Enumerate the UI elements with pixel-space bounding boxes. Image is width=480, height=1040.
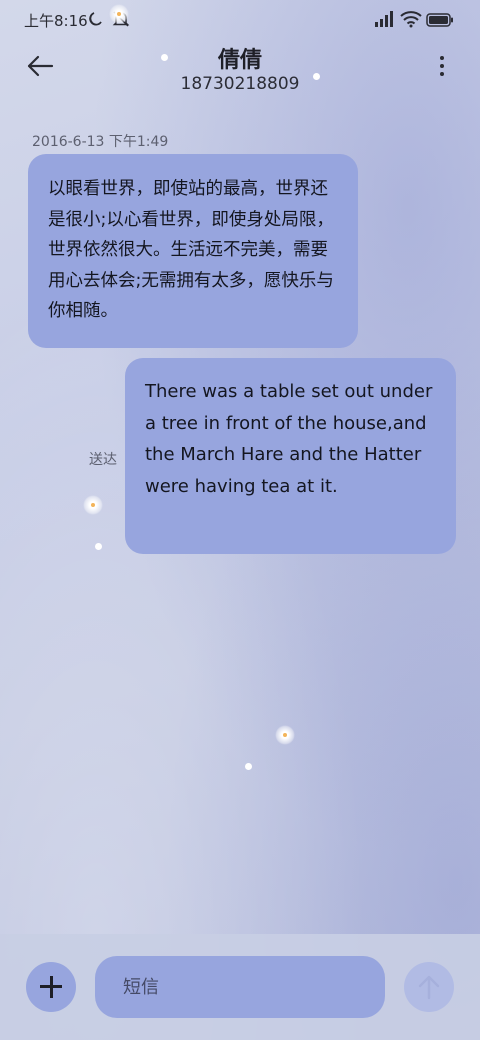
message-text: There was a table set out under a tree i… — [145, 381, 433, 497]
flower-decoration-icon — [83, 495, 103, 515]
flower-decoration-icon — [109, 4, 129, 24]
conversation-header: 倩倩 18730218809 — [0, 38, 480, 108]
wifi-icon — [400, 10, 422, 32]
heart-decoration-icon — [313, 73, 320, 80]
composer-bar — [0, 934, 480, 1040]
battery-icon — [426, 12, 454, 31]
send-button[interactable] — [404, 962, 454, 1012]
flower-decoration-icon — [275, 725, 295, 745]
status-time: 上午8:16 — [24, 12, 88, 30]
arrow-up-icon — [417, 974, 441, 1004]
more-options-button[interactable] — [434, 56, 450, 82]
heart-decoration-icon — [95, 543, 102, 550]
contact-phone: 18730218809 — [180, 74, 300, 94]
outgoing-message-bubble[interactable]: There was a table set out under a tree i… — [125, 358, 456, 554]
heart-decoration-icon — [245, 763, 252, 770]
delivery-status: 送达 — [89, 452, 117, 468]
status-bar: 上午8:16 — [0, 0, 480, 38]
moon-icon — [88, 11, 104, 31]
message-timestamp: 2016-6-13 下午1:49 — [32, 134, 169, 150]
message-text: 以眼看世界，即使站的最高，世界还是很小;以心看世界，即使身处局限，世界依然很大。… — [48, 179, 334, 321]
more-vertical-icon — [434, 56, 450, 76]
heart-decoration-icon — [161, 54, 168, 61]
add-attachment-button[interactable] — [26, 962, 76, 1012]
message-input[interactable] — [95, 956, 385, 1018]
signal-icon — [374, 10, 396, 32]
contact-name: 倩倩 — [217, 48, 262, 73]
incoming-message-bubble[interactable]: 以眼看世界，即使站的最高，世界还是很小;以心看世界，即使身处局限，世界依然很大。… — [28, 154, 358, 348]
